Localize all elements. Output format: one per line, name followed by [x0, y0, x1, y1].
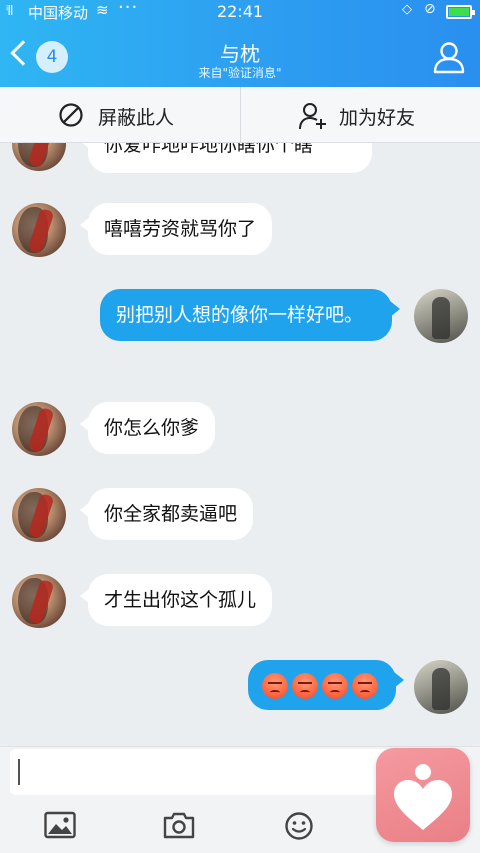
image-icon[interactable] — [44, 811, 78, 841]
add-person-icon — [299, 103, 326, 130]
contact-avatar[interactable] — [12, 203, 66, 257]
message-text: 你爱咋地咋地你瞎你个瞎 — [104, 143, 314, 156]
add-friend-label: 加为好友 — [339, 107, 416, 129]
heart-person-icon — [394, 764, 452, 830]
message-bubble-received[interactable]: 才生出你这个孤儿 — [79, 574, 273, 626]
vibrate-icon: ◇ — [402, 2, 412, 17]
person-icon — [433, 42, 465, 74]
floating-heart-button[interactable] — [376, 748, 470, 842]
contact-avatar[interactable] — [12, 143, 66, 171]
block-user-button[interactable]: 屏蔽此人 — [0, 87, 240, 143]
message-text: 别把别人想的像你一样好吧。 — [116, 304, 364, 326]
message-bubble-received[interactable]: 你怎么你爹 — [79, 402, 216, 454]
block-user-label: 屏蔽此人 — [98, 107, 175, 129]
message-bubble-sent-emoji[interactable] — [248, 660, 404, 710]
message-text: 才生出你这个孤儿 — [104, 589, 257, 611]
chat-subtitle: 来自"验证消息" — [198, 66, 282, 80]
contact-avatar[interactable] — [12, 488, 66, 542]
message-bubble-sent[interactable]: 别把别人想的像你一样好吧。 — [100, 289, 400, 341]
text-caret — [18, 759, 20, 785]
angry-face-emoji-icon — [262, 672, 288, 699]
my-avatar[interactable] — [414, 289, 468, 343]
message-input[interactable] — [10, 749, 406, 795]
contact-avatar[interactable] — [12, 574, 66, 628]
message-text: 你全家都卖逼吧 — [104, 503, 238, 525]
battery-icon — [446, 5, 475, 19]
message-text: 你怎么你爹 — [104, 417, 200, 439]
message-bubble-received[interactable]: 嘻嘻劳资就骂你了 — [79, 203, 273, 255]
my-avatar[interactable] — [414, 660, 468, 714]
add-friend-button[interactable]: 加为好友 — [240, 87, 480, 143]
emoji-icon[interactable] — [284, 811, 318, 841]
angry-face-emoji-icon — [322, 672, 348, 699]
contact-avatar[interactable] — [12, 402, 66, 456]
message-bubble-received[interactable]: 你全家都卖逼吧 — [79, 488, 254, 540]
angry-face-emoji-icon — [292, 672, 318, 699]
profile-button[interactable] — [432, 40, 466, 74]
message-text: 嘻嘻劳资就骂你了 — [104, 218, 257, 240]
chat-title: 与枕 — [220, 42, 260, 66]
camera-icon[interactable] — [163, 811, 197, 841]
angry-face-emoji-icon — [352, 672, 378, 699]
chat-area[interactable]: 你爱咋地咋地你瞎你个瞎 嘻嘻劳资就骂你了 别把别人想的像你一样好吧。 你怎么你爹… — [0, 143, 480, 746]
status-bar: ⁱll 中国移动 ≋ ··· 22:41 ◇ ⊘ — [0, 0, 480, 24]
header-bar: ⁱll 中国移动 ≋ ··· 22:41 ◇ ⊘ 4 与枕 来自"验证消息" — [0, 0, 480, 87]
action-bar: 屏蔽此人 加为好友 — [0, 87, 480, 143]
block-icon — [59, 103, 83, 127]
message-bubble-received[interactable]: 你爱咋地咋地你瞎你个瞎 — [80, 143, 372, 173]
bell-muted-icon: ⊘ — [424, 1, 436, 17]
